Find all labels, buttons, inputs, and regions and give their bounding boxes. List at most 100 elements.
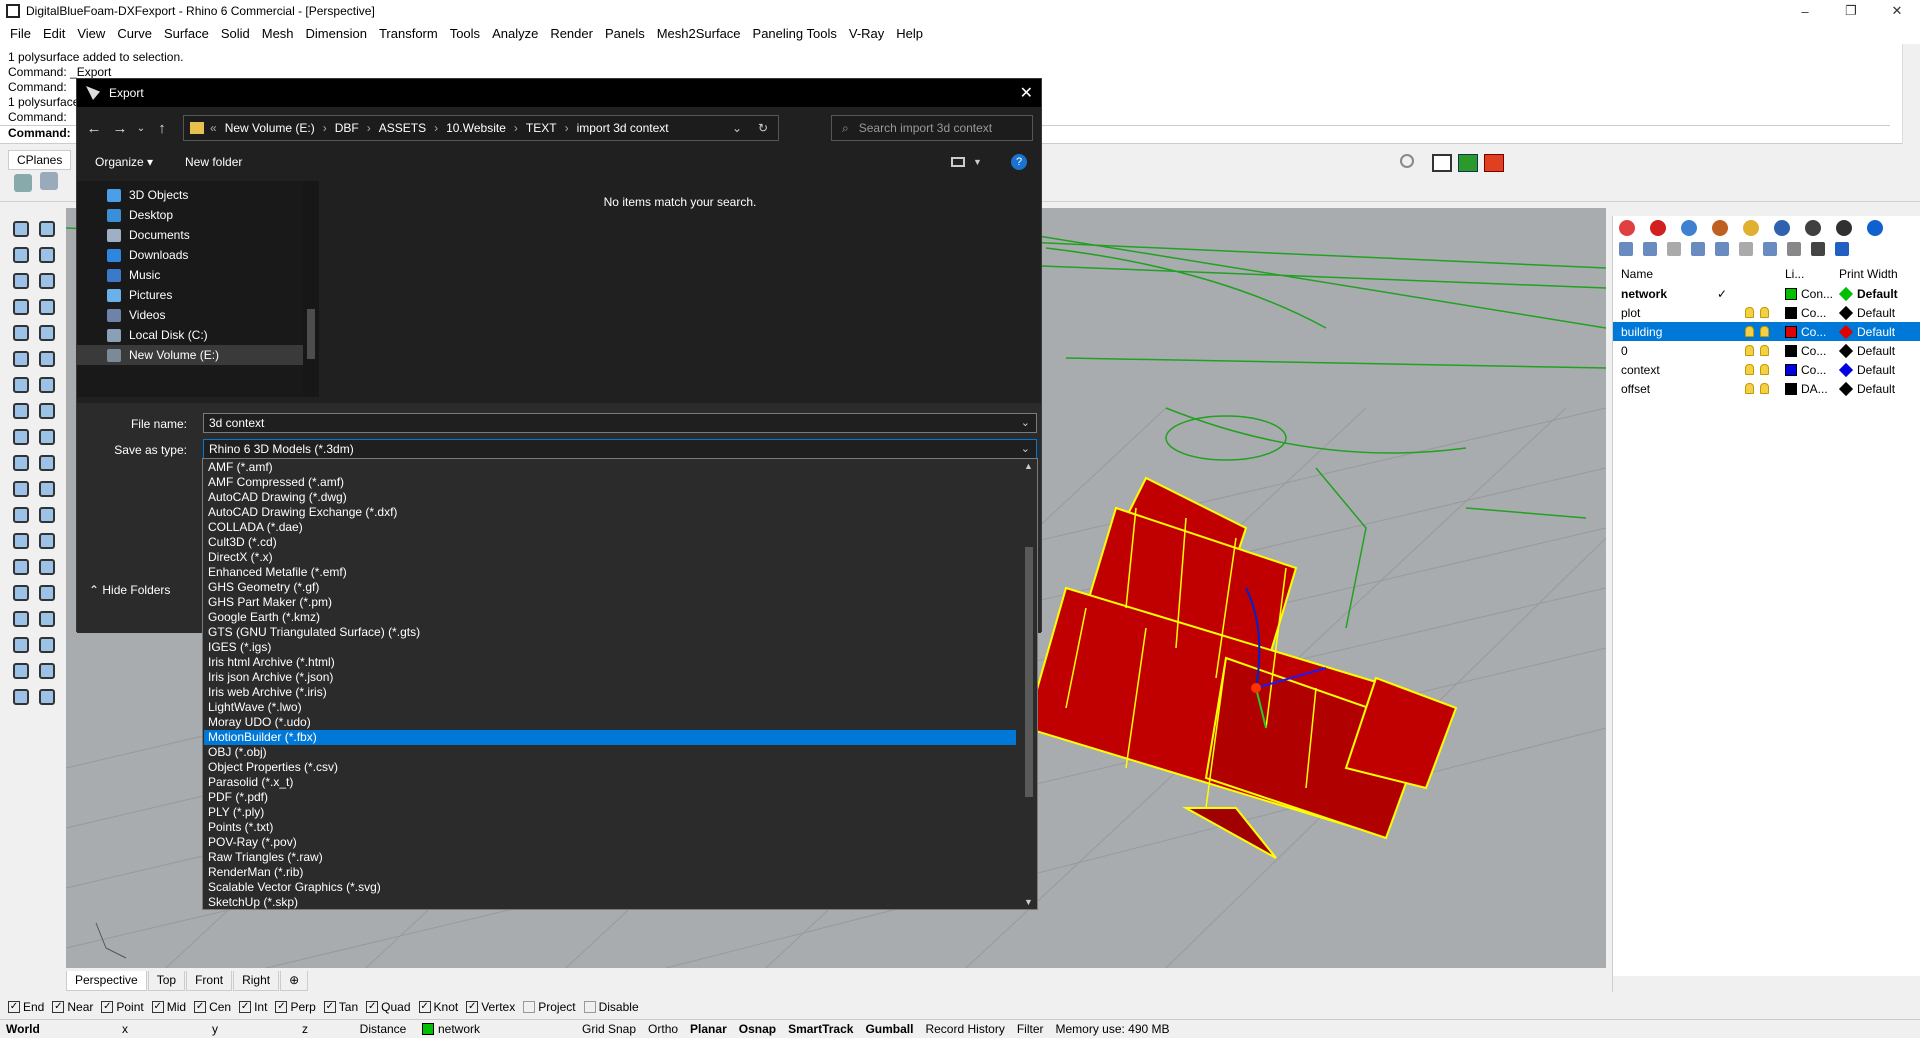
menu-render[interactable]: Render bbox=[544, 26, 599, 41]
menu-dimension[interactable]: Dimension bbox=[300, 26, 373, 41]
layer-row[interactable]: building Co... Default bbox=[1613, 322, 1920, 341]
materials-icon[interactable] bbox=[1712, 220, 1728, 236]
tab-right[interactable]: Right bbox=[233, 971, 280, 991]
tool-button[interactable] bbox=[10, 660, 32, 682]
tool-button[interactable] bbox=[10, 478, 32, 500]
close-dialog-button[interactable]: ✕ bbox=[1020, 83, 1033, 103]
file-type-option[interactable]: AutoCAD Drawing (*.dwg) bbox=[204, 490, 1016, 505]
menu-view[interactable]: View bbox=[71, 26, 111, 41]
tool-button[interactable] bbox=[10, 426, 32, 448]
osnap-toggle[interactable]: Osnap bbox=[733, 1022, 782, 1036]
menu-surface[interactable]: Surface bbox=[158, 26, 215, 41]
type-scrollbar[interactable]: ▲ ▼ bbox=[1021, 459, 1037, 909]
menu-mesh2surface[interactable]: Mesh2Surface bbox=[651, 26, 747, 41]
filter-toggle[interactable]: Filter bbox=[1011, 1022, 1050, 1036]
menu-mesh[interactable]: Mesh bbox=[256, 26, 300, 41]
layer-row[interactable]: network ✓ Con... Default bbox=[1613, 284, 1920, 303]
hide-folders-button[interactable]: ⌃ Hide Folders bbox=[89, 583, 170, 597]
layer-material[interactable]: Co... bbox=[1801, 306, 1841, 320]
file-type-option[interactable]: SketchUp (*.skp) bbox=[204, 895, 1016, 909]
col-linetype[interactable]: Li... bbox=[1785, 267, 1839, 281]
tool-button[interactable] bbox=[10, 244, 32, 266]
checkbox-icon[interactable]: ✓ bbox=[323, 1001, 336, 1013]
current-layer[interactable]: network bbox=[416, 1022, 576, 1036]
nav-item[interactable]: Documents bbox=[107, 225, 190, 245]
osnap-cen[interactable]: ✓ Cen bbox=[194, 1000, 231, 1014]
tab-top[interactable]: Top bbox=[147, 971, 186, 991]
menu-edit[interactable]: Edit bbox=[37, 26, 71, 41]
layer-color-swatch[interactable] bbox=[1785, 382, 1797, 395]
cplane-icon[interactable] bbox=[14, 174, 32, 192]
breadcrumb-separator-icon[interactable]: › bbox=[565, 121, 569, 135]
close-window-button[interactable]: ✕ bbox=[1874, 0, 1920, 22]
notifications-icon[interactable] bbox=[1867, 220, 1883, 236]
move-down-icon[interactable] bbox=[1715, 242, 1729, 256]
menu-vray[interactable]: V-Ray bbox=[843, 26, 890, 41]
address-dropdown-icon[interactable]: ⌄ bbox=[732, 121, 742, 135]
file-type-option[interactable]: LightWave (*.lwo) bbox=[204, 700, 1016, 715]
tab-cplanes[interactable]: CPlanes bbox=[8, 150, 72, 170]
forward-icon[interactable]: → bbox=[107, 120, 133, 137]
tool-button[interactable] bbox=[36, 686, 58, 708]
cplane-origin-icon[interactable] bbox=[40, 172, 58, 190]
breadcrumb-separator-icon[interactable]: › bbox=[323, 121, 327, 135]
print-color-icon[interactable] bbox=[1838, 286, 1854, 301]
nav-item[interactable]: Desktop bbox=[107, 205, 173, 225]
checkbox-icon[interactable]: ✓ bbox=[151, 1001, 164, 1013]
file-type-option[interactable]: RenderMan (*.rib) bbox=[204, 865, 1016, 880]
properties-icon[interactable] bbox=[1619, 220, 1635, 236]
tool-button[interactable] bbox=[10, 322, 32, 344]
tab-perspective[interactable]: Perspective bbox=[66, 971, 147, 991]
layer-color-swatch[interactable] bbox=[1785, 363, 1797, 376]
environment-icon[interactable] bbox=[1774, 220, 1790, 236]
tool-button[interactable] bbox=[36, 400, 58, 422]
file-type-option[interactable]: AMF Compressed (*.amf) bbox=[204, 475, 1016, 490]
breadcrumb-separator-icon[interactable]: › bbox=[514, 121, 518, 135]
gumball-toggle[interactable]: Gumball bbox=[859, 1022, 919, 1036]
viewport-layout-icon[interactable] bbox=[1432, 154, 1452, 172]
layer-print-width[interactable]: Default bbox=[1857, 325, 1895, 339]
breadcrumb-separator-icon[interactable]: › bbox=[367, 121, 371, 135]
breadcrumb-item[interactable]: import 3d context bbox=[577, 121, 669, 135]
layer-color-swatch[interactable] bbox=[1785, 287, 1797, 300]
tool-button[interactable] bbox=[36, 504, 58, 526]
layer-color-swatch[interactable] bbox=[1785, 325, 1797, 338]
tool-button[interactable] bbox=[36, 296, 58, 318]
nav-scrollbar[interactable] bbox=[303, 181, 319, 397]
osnap-vertex[interactable]: ✓ Vertex bbox=[466, 1000, 515, 1014]
layer-print-width[interactable]: Default bbox=[1857, 306, 1895, 320]
type-scroll-thumb[interactable] bbox=[1025, 547, 1033, 797]
file-type-option[interactable]: Iris json Archive (*.json) bbox=[204, 670, 1016, 685]
view-options-icon[interactable] bbox=[951, 157, 965, 167]
smarttrack-toggle[interactable]: SmartTrack bbox=[782, 1022, 859, 1036]
tool-button[interactable] bbox=[10, 582, 32, 604]
help-icon[interactable]: ? bbox=[1011, 154, 1027, 170]
chevron-down-icon[interactable]: ⌄ bbox=[1021, 416, 1030, 429]
menu-curve[interactable]: Curve bbox=[111, 26, 158, 41]
tool-button[interactable] bbox=[36, 270, 58, 292]
file-type-option[interactable]: GHS Part Maker (*.pm) bbox=[204, 595, 1016, 610]
layer-print-width[interactable]: Default bbox=[1857, 344, 1895, 358]
refresh-icon[interactable]: ↻ bbox=[758, 121, 768, 135]
scroll-up-icon[interactable]: ▲ bbox=[1024, 461, 1033, 471]
file-type-option[interactable]: OBJ (*.obj) bbox=[204, 745, 1016, 760]
tool-button[interactable] bbox=[10, 634, 32, 656]
ortho-toggle[interactable]: Ortho bbox=[642, 1022, 684, 1036]
tool-button[interactable] bbox=[36, 582, 58, 604]
print-color-icon[interactable] bbox=[1838, 324, 1854, 339]
col-print-width[interactable]: Print Width bbox=[1839, 267, 1898, 281]
tool-button[interactable] bbox=[10, 686, 32, 708]
osnap-quad[interactable]: ✓ Quad bbox=[366, 1000, 411, 1014]
tool-button[interactable] bbox=[36, 348, 58, 370]
osnap-point[interactable]: ✓ Point bbox=[101, 1000, 144, 1014]
nav-item[interactable]: Pictures bbox=[107, 285, 172, 305]
new-layer-icon[interactable] bbox=[1619, 242, 1633, 256]
back-icon[interactable]: ← bbox=[81, 120, 107, 137]
tool-button[interactable] bbox=[10, 452, 32, 474]
chevron-down-icon[interactable]: ⌄ bbox=[1021, 442, 1030, 455]
layer-name[interactable]: 0 bbox=[1613, 344, 1717, 358]
file-type-option[interactable]: Iris web Archive (*.iris) bbox=[204, 685, 1016, 700]
scroll-down-icon[interactable]: ▼ bbox=[1024, 897, 1033, 907]
tool-button[interactable] bbox=[36, 374, 58, 396]
layer-name[interactable]: offset bbox=[1613, 382, 1717, 396]
